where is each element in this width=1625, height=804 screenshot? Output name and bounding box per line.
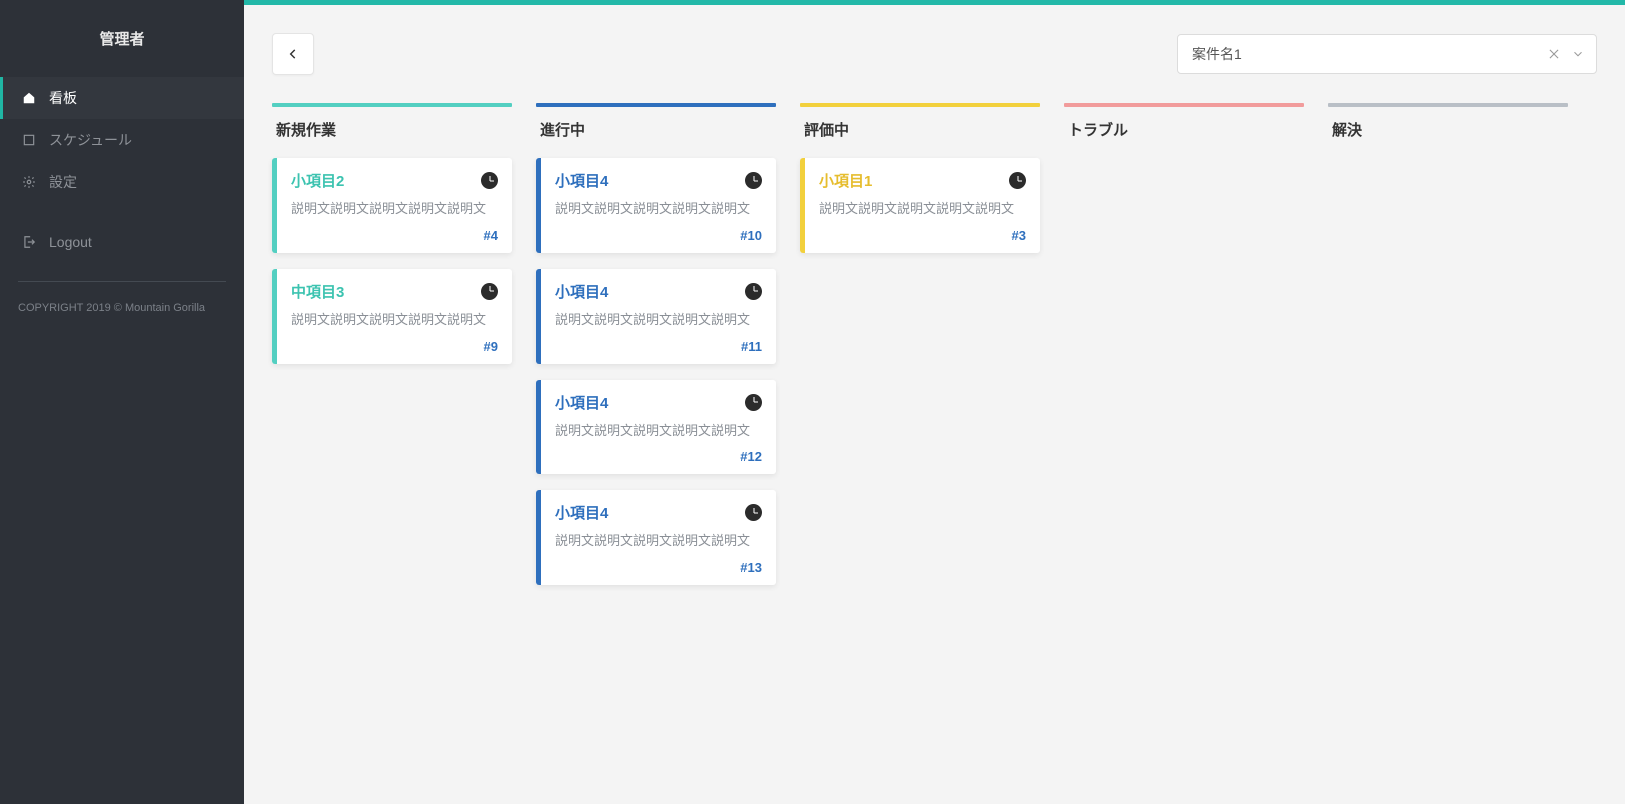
- sidebar: 管理者 看板 スケジュール 設定: [0, 0, 244, 804]
- nav-label: スケジュール: [49, 130, 132, 150]
- project-select[interactable]: 案件名1: [1177, 34, 1597, 74]
- card-title: 小項目4: [555, 502, 608, 523]
- card-body: 小項目4 説明文説明文説明文説明文説明文 #13: [541, 490, 776, 585]
- sidebar-divider: [18, 281, 226, 282]
- column-color-bar: [536, 103, 776, 107]
- card-title: 小項目1: [819, 170, 872, 191]
- nav-label: 看板: [49, 88, 77, 108]
- clock-icon: [1009, 172, 1026, 189]
- column-title: 進行中: [536, 119, 776, 158]
- kanban-board: 新規作業小項目2 説明文説明文説明文説明文説明文 #4 中項目3 説明文説明文説明文説明…: [244, 89, 1625, 615]
- kanban-card[interactable]: 小項目4 説明文説明文説明文説明文説明文 #12: [536, 380, 776, 475]
- back-button[interactable]: [272, 33, 314, 75]
- kanban-card[interactable]: 小項目2 説明文説明文説明文説明文説明文 #4: [272, 158, 512, 253]
- card-title: 小項目2: [291, 170, 344, 191]
- kanban-column: 解決: [1328, 103, 1568, 158]
- card-body: 小項目4 説明文説明文説明文説明文説明文 #11: [541, 269, 776, 364]
- card-title: 小項目4: [555, 392, 608, 413]
- card-body: 小項目4 説明文説明文説明文説明文説明文 #12: [541, 380, 776, 475]
- column-color-bar: [1064, 103, 1304, 107]
- clear-icon[interactable]: [1542, 42, 1566, 66]
- card-id: #9: [291, 339, 498, 354]
- card-id: #11: [555, 339, 762, 354]
- column-color-bar: [1328, 103, 1568, 107]
- topbar: 案件名1: [244, 5, 1625, 89]
- card-description: 説明文説明文説明文説明文説明文: [555, 531, 762, 552]
- sidebar-nav: 看板 スケジュール 設定 Logout: [0, 77, 244, 261]
- clock-icon: [745, 283, 762, 300]
- card-head: 中項目3: [291, 281, 498, 302]
- nav-kanban[interactable]: 看板: [0, 77, 244, 119]
- card-description: 説明文説明文説明文説明文説明文: [555, 199, 762, 220]
- card-body: 小項目1 説明文説明文説明文説明文説明文 #3: [805, 158, 1040, 253]
- square-icon: [21, 132, 37, 148]
- card-head: 小項目4: [555, 502, 762, 523]
- nav-logout[interactable]: Logout: [0, 223, 244, 261]
- clock-icon: [745, 504, 762, 521]
- card-id: #3: [819, 228, 1026, 243]
- column-title: 新規作業: [272, 119, 512, 158]
- kanban-column: 新規作業小項目2 説明文説明文説明文説明文説明文 #4 中項目3 説明文説明文説明文説明…: [272, 103, 512, 364]
- kanban-column: 評価中小項目1 説明文説明文説明文説明文説明文 #3: [800, 103, 1040, 253]
- project-select-value: 案件名1: [1192, 44, 1542, 64]
- card-title: 小項目4: [555, 170, 608, 191]
- column-title: トラブル: [1064, 119, 1304, 158]
- card-head: 小項目4: [555, 170, 762, 191]
- nav-schedule[interactable]: スケジュール: [0, 119, 244, 161]
- card-body: 小項目2 説明文説明文説明文説明文説明文 #4: [277, 158, 512, 253]
- column-cards: 小項目1 説明文説明文説明文説明文説明文 #3: [800, 158, 1040, 253]
- sidebar-title: 管理者: [0, 10, 244, 77]
- card-description: 説明文説明文説明文説明文説明文: [291, 199, 498, 220]
- card-id: #4: [291, 228, 498, 243]
- card-description: 説明文説明文説明文説明文説明文: [819, 199, 1026, 220]
- card-title: 小項目4: [555, 281, 608, 302]
- home-icon: [21, 90, 37, 106]
- copyright-text: COPYRIGHT 2019 © Mountain Gorilla: [0, 302, 244, 314]
- card-head: 小項目4: [555, 392, 762, 413]
- logout-icon: [21, 234, 37, 250]
- chevron-left-icon: [286, 47, 300, 61]
- clock-icon: [745, 172, 762, 189]
- clock-icon: [481, 172, 498, 189]
- kanban-card[interactable]: 中項目3 説明文説明文説明文説明文説明文 #9: [272, 269, 512, 364]
- nav-label: 設定: [49, 172, 77, 192]
- card-body: 中項目3 説明文説明文説明文説明文説明文 #9: [277, 269, 512, 364]
- card-description: 説明文説明文説明文説明文説明文: [291, 310, 498, 331]
- card-head: 小項目4: [555, 281, 762, 302]
- card-id: #12: [555, 449, 762, 464]
- card-title: 中項目3: [291, 281, 344, 302]
- chevron-down-icon[interactable]: [1566, 42, 1590, 66]
- column-title: 解決: [1328, 119, 1568, 158]
- clock-icon: [745, 394, 762, 411]
- column-color-bar: [272, 103, 512, 107]
- column-color-bar: [800, 103, 1040, 107]
- card-head: 小項目1: [819, 170, 1026, 191]
- kanban-card[interactable]: 小項目1 説明文説明文説明文説明文説明文 #3: [800, 158, 1040, 253]
- card-body: 小項目4 説明文説明文説明文説明文説明文 #10: [541, 158, 776, 253]
- card-id: #10: [555, 228, 762, 243]
- nav-settings[interactable]: 設定: [0, 161, 244, 203]
- kanban-column: トラブル: [1064, 103, 1304, 158]
- gear-icon: [21, 174, 37, 190]
- card-id: #13: [555, 560, 762, 575]
- nav-label: Logout: [49, 234, 92, 250]
- card-description: 説明文説明文説明文説明文説明文: [555, 310, 762, 331]
- main: 案件名1 新規作業小項目2 説明文説明文説明文説明文説明文 #4 中項目3 説明文説明文…: [244, 0, 1625, 804]
- clock-icon: [481, 283, 498, 300]
- kanban-column: 進行中小項目4 説明文説明文説明文説明文説明文 #10 小項目4 説明文説明文説明文説明…: [536, 103, 776, 585]
- card-head: 小項目2: [291, 170, 498, 191]
- kanban-card[interactable]: 小項目4 説明文説明文説明文説明文説明文 #10: [536, 158, 776, 253]
- card-description: 説明文説明文説明文説明文説明文: [555, 421, 762, 442]
- column-cards: 小項目2 説明文説明文説明文説明文説明文 #4 中項目3 説明文説明文説明文説明文説明文…: [272, 158, 512, 364]
- column-title: 評価中: [800, 119, 1040, 158]
- kanban-card[interactable]: 小項目4 説明文説明文説明文説明文説明文 #11: [536, 269, 776, 364]
- column-cards: 小項目4 説明文説明文説明文説明文説明文 #10 小項目4 説明文説明文説明文説明文説明…: [536, 158, 776, 585]
- kanban-card[interactable]: 小項目4 説明文説明文説明文説明文説明文 #13: [536, 490, 776, 585]
